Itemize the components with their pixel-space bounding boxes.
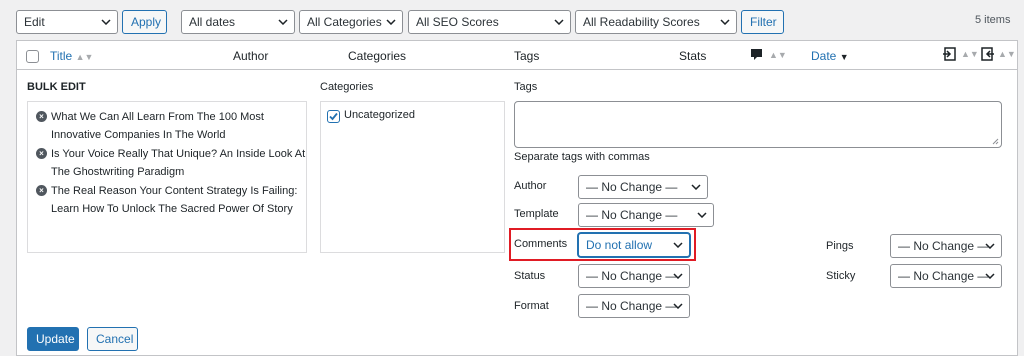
comments-label: Comments	[514, 238, 568, 250]
author-select-value: — No Change —	[586, 180, 678, 194]
remove-icon[interactable]: ×	[36, 148, 47, 159]
template-label: Template	[514, 208, 559, 220]
chevron-down-icon	[673, 265, 683, 287]
internal-links-column-header[interactable]: ▲▼	[942, 46, 979, 62]
sort-desc-icon: ▼	[839, 52, 849, 62]
chevron-down-icon	[985, 235, 995, 257]
update-button[interactable]: Update	[27, 327, 79, 351]
chevron-down-icon	[386, 11, 396, 33]
categories-column-header: Categories	[348, 49, 407, 63]
posts-table: Title ▲▼ Author Categories Tags Stats ▲▼…	[16, 40, 1018, 356]
sort-icon: ▲▼	[769, 49, 787, 60]
format-select[interactable]: — No Change —	[578, 294, 690, 318]
categories-filter-select[interactable]: All Categories	[299, 10, 403, 34]
chevron-down-icon	[554, 11, 564, 33]
comments-select[interactable]: Do not allow	[578, 233, 690, 257]
bulk-action-select[interactable]: Edit	[16, 10, 118, 34]
author-label: Author	[514, 180, 547, 192]
bulk-action-value: Edit	[24, 15, 45, 29]
tags-column-header: Tags	[514, 49, 540, 63]
bulk-title-item: × What We Can All Learn From The 100 Mos…	[36, 108, 306, 144]
author-column-header: Author	[233, 49, 269, 63]
pings-select[interactable]: — No Change —	[890, 234, 1002, 258]
bulk-title-item: × The Real Reason Your Content Strategy …	[36, 182, 306, 218]
template-select-value: — No Change —	[586, 208, 678, 222]
apply-button[interactable]: Apply	[122, 10, 167, 34]
template-select[interactable]: — No Change —	[578, 203, 714, 227]
chevron-down-icon	[278, 11, 288, 33]
author-select[interactable]: — No Change —	[578, 175, 708, 199]
chevron-down-icon	[101, 11, 111, 33]
date-column-label: Date	[811, 49, 837, 63]
remove-icon[interactable]: ×	[36, 111, 47, 122]
header-divider	[17, 69, 1017, 70]
tags-label: Tags	[514, 81, 538, 93]
sort-icon: ▲▼	[998, 49, 1016, 59]
chevron-down-icon	[697, 204, 707, 226]
date-column-header[interactable]: Date ▼	[811, 49, 849, 63]
incoming-links-icon	[981, 47, 994, 61]
bulk-edit-heading: BULK EDIT	[27, 81, 86, 93]
sort-icon: ▲▼	[961, 49, 979, 59]
chevron-down-icon	[673, 234, 683, 256]
status-select[interactable]: — No Change —	[578, 264, 690, 288]
items-count: 5 items	[975, 14, 1011, 26]
title-column-header[interactable]: Title ▲▼	[50, 49, 93, 63]
incoming-links-column-header[interactable]: ▲▼	[979, 46, 1016, 62]
chevron-down-icon	[691, 176, 701, 198]
seo-filter-value: All SEO Scores	[416, 15, 499, 29]
readability-filter-value: All Readability Scores	[583, 15, 700, 29]
chevron-down-icon	[720, 11, 730, 33]
bulk-titles-box: × What We Can All Learn From The 100 Mos…	[27, 101, 307, 253]
readability-filter-select[interactable]: All Readability Scores	[575, 10, 737, 34]
pings-select-value: — No Change —	[898, 239, 990, 253]
format-select-value: — No Change —	[586, 299, 678, 313]
status-select-value: — No Change —	[586, 269, 678, 283]
sticky-select[interactable]: — No Change —	[890, 264, 1002, 288]
bulk-title-text: What We Can All Learn From The 100 Most …	[51, 111, 264, 141]
tags-textarea[interactable]	[514, 101, 1002, 148]
categories-filter-value: All Categories	[307, 15, 382, 29]
resize-handle-icon[interactable]	[992, 138, 999, 145]
stats-column-header: Stats	[679, 49, 707, 63]
tags-hint: Separate tags with commas	[514, 151, 650, 163]
checkmark-icon	[329, 112, 338, 121]
title-column-label: Title	[50, 49, 73, 63]
status-label: Status	[514, 270, 546, 282]
dates-filter-value: All dates	[189, 15, 236, 29]
cancel-button[interactable]: Cancel	[87, 327, 138, 351]
filter-button[interactable]: Filter	[741, 10, 784, 34]
categories-label: Categories	[320, 81, 374, 93]
categories-checklist: Uncategorized	[320, 101, 505, 253]
sticky-select-value: — No Change —	[898, 269, 990, 283]
bulk-title-item: × Is Your Voice Really That Unique? An I…	[36, 145, 306, 181]
category-label: Uncategorized	[344, 109, 415, 121]
category-checkbox[interactable]	[327, 110, 340, 123]
chevron-down-icon	[673, 295, 683, 317]
comments-select-value: Do not allow	[586, 238, 653, 252]
sort-icon: ▲▼	[75, 52, 94, 62]
seo-filter-select[interactable]: All SEO Scores	[408, 10, 571, 34]
remove-icon[interactable]: ×	[36, 185, 47, 196]
sticky-label: Sticky	[826, 270, 856, 282]
comments-column-header[interactable]: ▲▼	[750, 48, 787, 61]
format-label: Format	[514, 300, 549, 312]
bulk-title-text: Is Your Voice Really That Unique? An Ins…	[51, 148, 306, 178]
outgoing-links-icon	[943, 47, 956, 61]
chevron-down-icon	[985, 265, 995, 287]
select-all-checkbox[interactable]	[26, 50, 39, 63]
dates-filter-select[interactable]: All dates	[181, 10, 295, 34]
comment-bubble-icon	[751, 49, 762, 60]
bulk-title-text: The Real Reason Your Content Strategy Is…	[51, 185, 298, 215]
pings-label: Pings	[826, 240, 854, 252]
